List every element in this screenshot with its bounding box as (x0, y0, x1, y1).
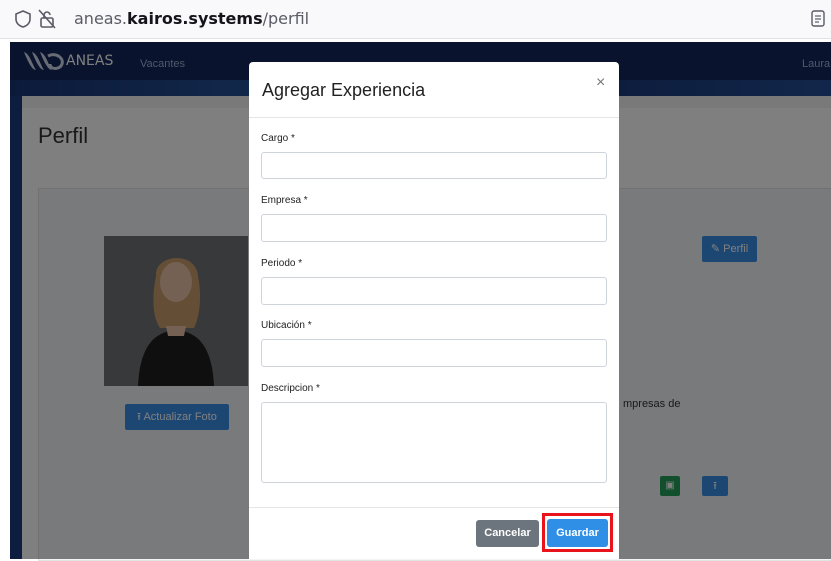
periodo-input[interactable] (261, 277, 607, 305)
descripcion-label: Descripcion * (261, 383, 320, 394)
url-text[interactable]: aneas.kairos.systems/perfil (74, 9, 309, 28)
cancel-button[interactable]: Cancelar (476, 520, 539, 547)
empresa-label: Empresa * (261, 195, 308, 206)
ubicacion-input[interactable] (261, 339, 607, 367)
modal-header-divider (249, 117, 619, 118)
descripcion-textarea[interactable] (261, 402, 607, 483)
empresa-input[interactable] (261, 214, 607, 242)
modal-footer-divider (249, 507, 619, 508)
reader-view-icon[interactable] (811, 10, 825, 27)
url-domain: kairos.systems (127, 9, 263, 28)
cargo-label: Cargo * (261, 133, 295, 144)
shield-icon[interactable] (15, 10, 31, 28)
modal-title: Agregar Experiencia (262, 80, 426, 100)
save-button[interactable]: Guardar (547, 519, 608, 547)
add-experience-modal (249, 62, 619, 559)
ubicacion-label: Ubicación * (261, 320, 312, 331)
close-icon[interactable]: × (596, 74, 605, 92)
url-prefix: aneas. (74, 9, 128, 28)
permissions-icon[interactable] (38, 9, 56, 29)
periodo-label: Periodo * (261, 258, 303, 269)
url-path: /perfil (262, 9, 310, 28)
cargo-input[interactable] (261, 152, 607, 179)
